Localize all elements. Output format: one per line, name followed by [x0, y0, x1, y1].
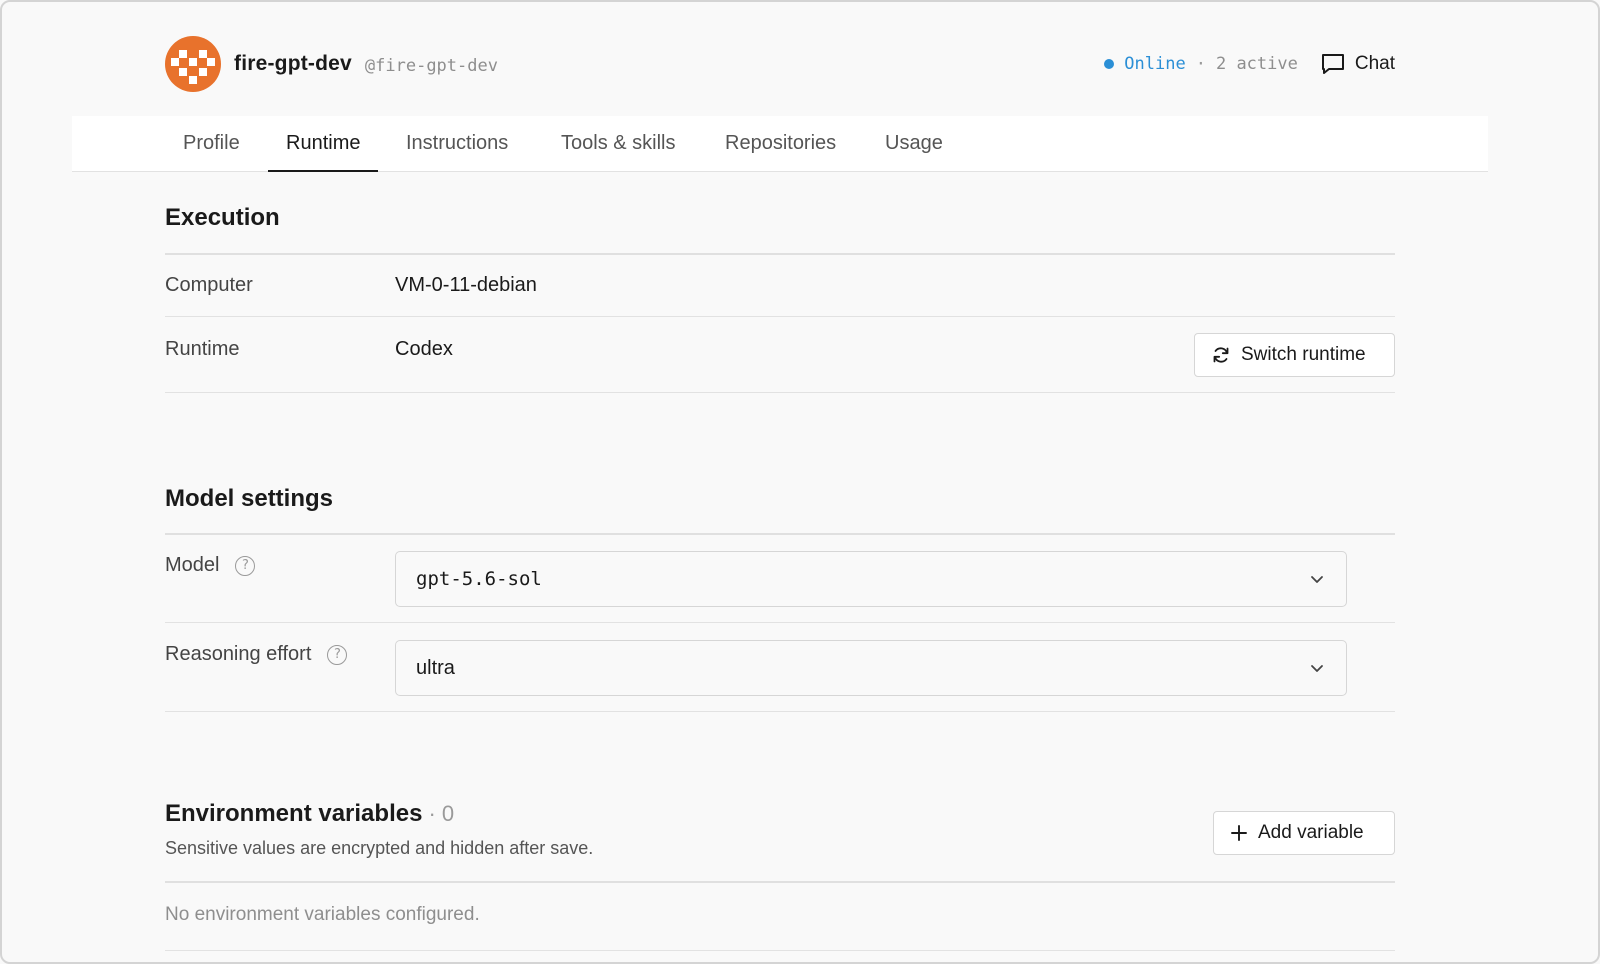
tab-tools-skills[interactable]: Tools & skills — [561, 116, 675, 172]
effort-select-value: ultra — [416, 656, 455, 679]
chat-label: Chat — [1354, 53, 1395, 74]
model-select-value: gpt-5.6-sol — [416, 568, 542, 590]
effort-label-row: Reasoning effort ? — [165, 643, 348, 666]
model-settings-title: Model settings — [165, 485, 334, 512]
tab-instructions[interactable]: Instructions — [406, 116, 508, 172]
computer-value: VM-0-11-debian — [395, 274, 537, 296]
agent-avatar — [165, 36, 221, 92]
tab-bar: Profile Runtime Instructions Tools & ski… — [72, 116, 1488, 172]
chat-icon — [1321, 54, 1344, 74]
computer-label: Computer — [165, 274, 253, 296]
status-area: Online · 2 active Chat — [1104, 52, 1395, 76]
runtime-value: Codex — [395, 338, 453, 360]
add-variable-label: Add variable — [1258, 822, 1364, 843]
effort-label: Reasoning effort — [165, 643, 312, 665]
agent-handle: @fire-gpt-dev — [364, 56, 498, 76]
execution-title: Execution — [165, 204, 280, 231]
divider — [165, 711, 1395, 712]
tab-runtime[interactable]: Runtime — [268, 116, 379, 172]
status-separator: · — [1195, 54, 1206, 74]
switch-runtime-label: Switch runtime — [1241, 344, 1366, 365]
tab-usage[interactable]: Usage — [885, 116, 943, 172]
tab-repositories[interactable]: Repositories — [725, 116, 836, 172]
help-icon[interactable]: ? — [235, 555, 256, 576]
refresh-icon — [1213, 347, 1229, 363]
divider — [165, 316, 1395, 317]
divider — [165, 950, 1395, 951]
reasoning-effort-select[interactable]: ultra — [395, 640, 1347, 696]
agent-name: fire-gpt-dev — [234, 52, 352, 75]
model-label: Model — [165, 554, 220, 576]
add-variable-button[interactable]: Add variable — [1213, 811, 1395, 855]
env-count: · 0 — [428, 801, 455, 826]
env-title-row: Environment variables · 0 — [165, 800, 454, 828]
model-select[interactable]: gpt-5.6-sol — [395, 551, 1347, 607]
plus-icon — [1231, 825, 1247, 841]
divider — [165, 622, 1395, 623]
chevron-down-icon — [1311, 576, 1323, 583]
divider — [165, 533, 1395, 535]
divider — [165, 253, 1395, 255]
divider — [165, 881, 1395, 883]
status-dot-icon — [1104, 59, 1115, 69]
tab-profile[interactable]: Profile — [183, 116, 240, 172]
env-subtitle: Sensitive values are encrypted and hidde… — [165, 838, 594, 858]
runtime-label: Runtime — [165, 338, 240, 360]
switch-runtime-button[interactable]: Switch runtime — [1194, 333, 1395, 377]
status-online: Online — [1124, 54, 1186, 74]
chevron-down-icon — [1311, 665, 1323, 672]
agent-header: fire-gpt-dev @fire-gpt-dev Online · 2 ac… — [165, 34, 1395, 94]
chat-button[interactable]: Chat — [1320, 52, 1395, 76]
empty-env-message: No environment variables configured. — [165, 904, 480, 925]
divider — [165, 392, 1395, 393]
env-title: Environment variables — [165, 800, 423, 827]
active-count: 2 active — [1215, 54, 1298, 74]
help-icon[interactable]: ? — [327, 644, 348, 665]
model-label-row: Model ? — [165, 554, 256, 577]
